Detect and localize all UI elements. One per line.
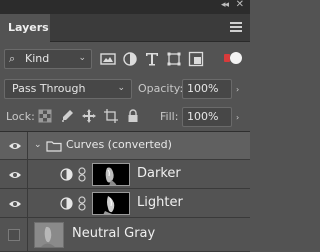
visibility-toggle-off[interactable] <box>8 229 20 241</box>
adjustment-filter-icon[interactable] <box>122 51 138 67</box>
link-icon[interactable] <box>78 196 86 211</box>
layer-name: Neutral Gray <box>72 226 156 241</box>
visibility-column <box>0 132 28 159</box>
folder-icon <box>46 141 62 152</box>
blend-mode-select[interactable]: Pass Through ⌄ <box>4 79 132 99</box>
collapse-panel-icon[interactable]: ◂◂ <box>221 0 229 10</box>
smart-object-filter-icon[interactable] <box>188 51 204 67</box>
search-icon: ⌕ <box>9 52 16 65</box>
opacity-field[interactable]: 100% <box>182 79 232 99</box>
layer-mask-thumbnail[interactable] <box>92 192 130 215</box>
link-icon[interactable] <box>78 167 86 182</box>
fill-field[interactable]: 100% <box>182 107 232 127</box>
opacity-label: Opacity: <box>138 82 184 95</box>
eye-icon[interactable] <box>8 141 22 151</box>
filter-toggle[interactable] <box>224 52 244 64</box>
layer-lighter[interactable]: Lighter <box>0 189 250 218</box>
chevron-down-icon[interactable]: ⌄ <box>34 140 42 150</box>
filter-kind-select[interactable]: ⌕ Kind ⌄ <box>4 49 92 69</box>
layer-mask-thumbnail[interactable] <box>92 163 130 186</box>
close-panel-icon[interactable]: ✕ <box>236 0 244 10</box>
fill-dropdown-icon[interactable]: › <box>236 113 239 122</box>
blend-row: Pass Through ⌄ Opacity: 100% › <box>0 76 250 102</box>
layer-list: ⌄ Curves (converted) Darker Lighter Neut… <box>0 131 250 252</box>
visibility-column <box>0 218 28 251</box>
layer-name: Lighter <box>137 195 183 210</box>
curves-adjustment-icon <box>60 197 73 210</box>
layer-filter-bar: ⌕ Kind ⌄ <box>0 44 250 74</box>
blend-mode-value: Pass Through <box>12 82 86 95</box>
panel-menu-icon[interactable] <box>230 22 242 33</box>
lock-all-icon[interactable] <box>126 109 140 123</box>
lock-position-icon[interactable] <box>82 109 96 123</box>
layer-name: Darker <box>137 166 181 181</box>
chevron-down-icon: ⌄ <box>78 53 86 63</box>
lock-row: Lock: Fill: 100% › <box>0 104 250 130</box>
lock-label: Lock: <box>6 110 35 123</box>
layer-darker[interactable]: Darker <box>0 160 250 189</box>
chevron-down-icon: ⌄ <box>117 83 125 93</box>
panel-title-strip: ◂◂ ✕ <box>0 0 250 14</box>
type-filter-icon[interactable] <box>144 51 160 67</box>
lock-image-pixels-icon[interactable] <box>60 109 74 123</box>
curves-adjustment-icon <box>60 168 73 181</box>
image-filter-icon[interactable] <box>100 51 116 67</box>
opacity-dropdown-icon[interactable]: › <box>236 85 239 94</box>
fill-label: Fill: <box>160 110 179 123</box>
tab-layers[interactable]: Layers <box>0 14 50 42</box>
layer-neutral-gray[interactable]: Neutral Gray <box>0 218 250 252</box>
panel-tab-bar: Layers <box>0 14 250 42</box>
visibility-column <box>0 160 28 188</box>
lock-transparent-pixels-icon[interactable] <box>38 109 52 123</box>
eye-icon[interactable] <box>8 170 22 180</box>
layer-name: Curves (converted) <box>66 138 172 151</box>
shape-filter-icon[interactable] <box>166 51 182 67</box>
layer-thumbnail[interactable] <box>34 222 64 248</box>
filter-kind-label: Kind <box>25 52 50 65</box>
lock-artboard-icon[interactable] <box>104 109 118 123</box>
layer-group-curves[interactable]: ⌄ Curves (converted) <box>0 132 250 160</box>
eye-icon[interactable] <box>8 199 22 209</box>
visibility-column <box>0 189 28 217</box>
